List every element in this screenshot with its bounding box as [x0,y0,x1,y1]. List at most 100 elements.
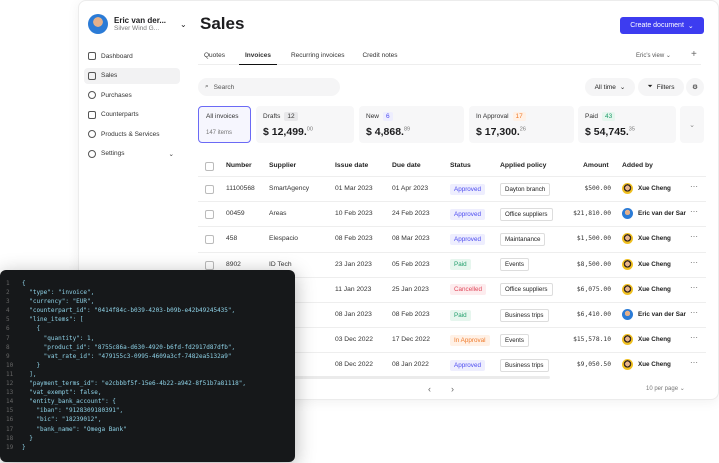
code-line: 18 } [6,434,33,442]
status-badge: Cancelled [450,284,487,296]
select-all-checkbox[interactable] [205,162,214,171]
cell-due-date: 01 Apr 2023 [392,185,429,192]
sidebar-item-label: Sales [101,72,118,80]
policy-tag: Office suppliers [500,283,553,297]
more-options-icon[interactable]: ⋯ [690,308,698,317]
sidebar-item-label: Dashboard [101,52,133,60]
next-page-button[interactable]: › [451,384,454,394]
chevron-down-icon: ⌄ [180,19,187,29]
sidebar-item-settings[interactable]: Settings ⌄ [84,146,180,162]
code-text: "currency": "EUR", [22,298,95,306]
filters-label: Filters [656,83,675,91]
code-line: 16 "bic": "18239012", [6,416,102,424]
filters-button[interactable]: ⏷ Filters [638,78,684,96]
column-header[interactable]: Amount [583,162,609,169]
row-checkbox[interactable] [205,210,214,220]
cell-supplier: SmartAgency [269,185,310,192]
stat-card[interactable]: Drafts 12 $ 12,499.00 [256,106,354,143]
stat-card[interactable]: Paid 43 $ 54,745.35 [578,106,676,143]
code-text: "vat_rate_id": "479155c3-0995-4609a3cf-7… [22,352,232,360]
search-input[interactable]: ⌕ Search [198,78,340,96]
receipt-icon [88,71,96,80]
add-view-button[interactable]: + [691,49,697,60]
code-line: 10 } [6,361,41,369]
sidebar-item-products[interactable]: Products & Services [84,126,180,142]
table-row[interactable]: 00459 Areas 10 Feb 2023 24 Feb 2023 Appr… [198,201,706,226]
more-options-icon[interactable]: ⋯ [690,283,698,292]
view-selector[interactable]: Eric's view ⌄ [636,52,671,59]
box-icon [88,130,96,139]
stat-amount: $ 17,300. [476,126,520,138]
tab-recurring-invoices[interactable]: Recurring invoices [285,47,350,65]
code-text: "quantity": 1, [22,334,95,342]
code-line: 12 "payment_terms_id": "e2cbbbf5f-15e6-4… [6,380,246,388]
column-header[interactable]: Due date [392,162,421,169]
chevron-down-icon: ⌄ [619,84,626,91]
stat-amount: $ 4,868. [366,126,404,138]
column-header[interactable]: Status [450,162,471,169]
cell-supplier: ID Tech [269,260,292,268]
added-by-name: Eric van der Sar [638,311,686,318]
status-badge: In Approval [450,334,490,346]
stat-cents: 26 [519,126,526,133]
more-options-icon[interactable]: ⋯ [690,232,698,241]
tab-quotes[interactable]: Quotes [198,47,231,65]
table-row[interactable]: 458 Elespacio 08 Feb 2023 08 Mar 2023 Ap… [198,226,706,251]
code-text: } [22,434,33,442]
sidebar-item-dashboard[interactable]: Dashboard [84,48,180,64]
prev-page-button[interactable]: ‹ [428,384,431,394]
policy-tag: Maintanance [500,232,546,246]
cell-amount: $6,075.00 [576,285,611,293]
more-options-icon[interactable]: ⋯ [690,207,698,216]
filter-icon: ⏷ [647,83,653,90]
column-header[interactable]: Added by [622,162,653,169]
period-label: All time [594,83,616,91]
code-line: 11 ], [6,370,37,378]
policy-tag: Business trips [500,358,549,372]
tab-credit-notes[interactable]: Credit notes [356,47,403,65]
tab-invoices[interactable]: Invoices [238,47,277,65]
create-document-button[interactable]: Create document ⌄ [620,17,704,34]
sidebar-item-counterparts[interactable]: Counterparts [84,107,180,123]
avatar [622,334,633,346]
stat-card[interactable]: In Approval 17 $ 17,300.26 [469,106,574,143]
more-options-icon[interactable]: ⋯ [690,258,698,267]
cell-number: 11100568 [226,185,255,192]
cell-supplier: Areas [269,210,287,218]
cell-issue-date: 03 Dec 2022 [335,336,373,344]
code-text: } [22,443,26,451]
more-options-icon[interactable]: ⋯ [690,333,698,342]
status-badge: Approved [450,359,485,371]
status-badge: Paid [450,309,471,321]
table-row[interactable]: 11100568 SmartAgency 01 Mar 2023 01 Apr … [198,176,706,201]
stat-badge: 6 [383,112,393,121]
row-checkbox[interactable] [205,185,214,194]
stat-count: 147 items [206,130,233,136]
sidebar-item-sales[interactable]: Sales [84,67,180,84]
cell-amount: $21,810.00 [573,210,611,218]
column-header[interactable]: Supplier [269,162,296,169]
code-line: 13 "vat_exempt": false, [6,389,102,397]
column-header[interactable]: Applied policy [500,162,546,169]
code-line: 17 "bank_name": "Omega Bank" [6,425,127,433]
column-header[interactable]: Number [226,162,252,169]
added-by-name: Xue Cheng [638,185,671,192]
period-select[interactable]: All time ⌄ [585,78,635,96]
column-header[interactable]: Issue date [335,162,368,169]
avatar [622,309,633,320]
stat-all-invoices[interactable]: All invoices 147 items [198,106,251,143]
code-text: } [22,361,41,369]
sidebar-item-purchases[interactable]: Purchases [84,87,180,103]
row-checkbox[interactable] [205,235,214,245]
settings-button[interactable]: ⚙ [686,78,704,96]
row-checkbox[interactable] [205,260,214,270]
stat-card[interactable]: New 6 $ 4,868.89 [359,106,464,143]
code-line: 6 { [6,325,41,333]
account-switcher[interactable]: Eric van der... Silver Wind G... ⌄ [88,14,187,34]
stat-label: Drafts [263,113,281,120]
per-page-select[interactable]: 10 per page ⌄ [646,385,685,392]
more-options-icon[interactable]: ⋯ [690,358,698,367]
policy-tag: Office suppliers [500,207,553,221]
stats-expand-button[interactable]: ⌄ [680,106,704,143]
more-options-icon[interactable]: ⋯ [690,182,698,191]
